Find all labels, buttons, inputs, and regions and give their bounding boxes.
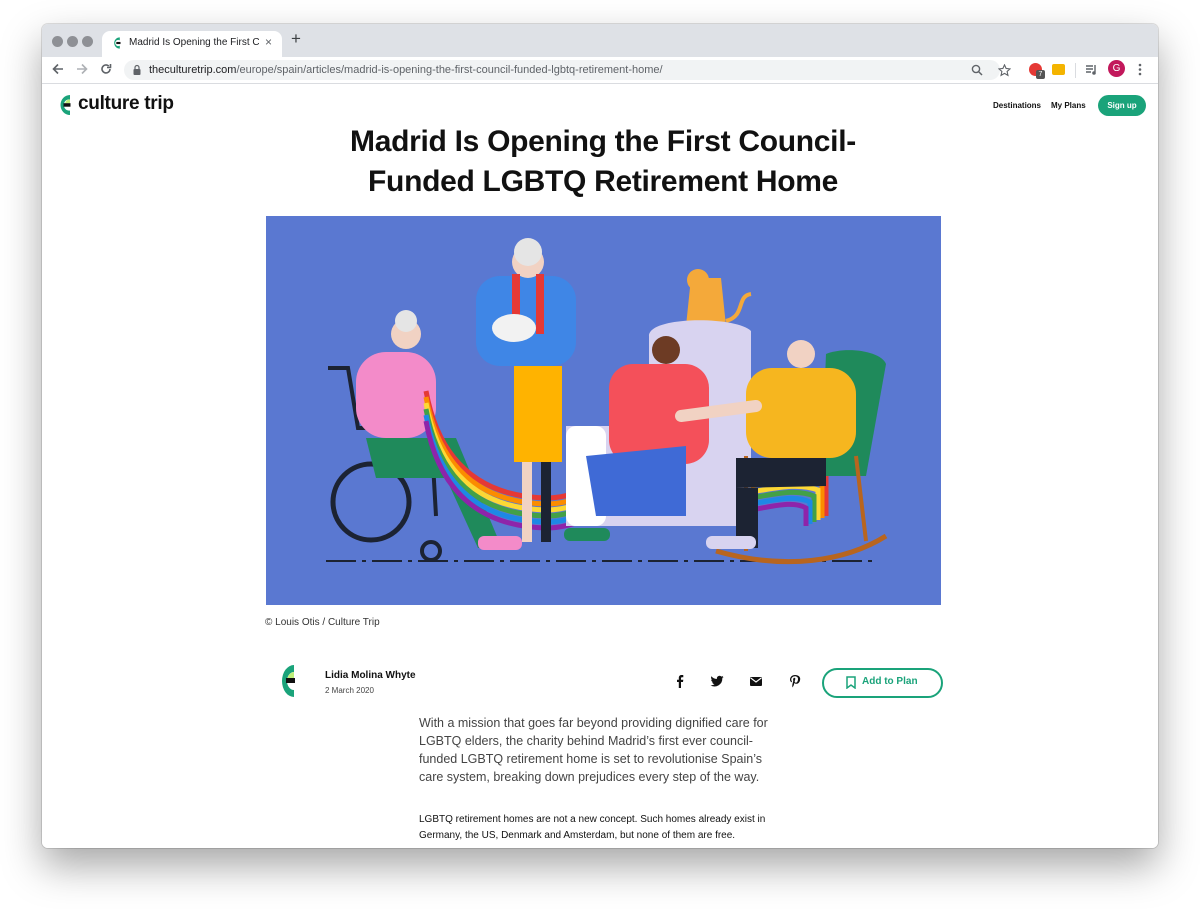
tab-close-icon[interactable]: × [265,35,272,49]
media-control-icon[interactable] [1085,64,1098,76]
sign-up-button[interactable]: Sign up [1098,95,1146,116]
web-page: culture trip Destinations My Plans Sign … [42,84,1158,848]
article-headline: Madrid Is Opening the First Council- Fun… [242,122,964,202]
tab-title: Madrid Is Opening the First Co [129,37,259,48]
twitter-icon[interactable] [710,674,724,688]
minimize-window-button[interactable] [67,36,78,47]
url-path: /europe/spain/articles/madrid-is-opening… [236,64,663,76]
reload-icon[interactable] [100,63,112,75]
facebook-icon[interactable] [673,674,687,688]
zoom-window-button[interactable] [82,36,93,47]
site-logo-text[interactable]: culture trip [78,93,174,115]
pinterest-icon[interactable] [788,674,802,688]
author-avatar-icon[interactable] [273,664,299,698]
hero-illustration [266,216,941,605]
author-name[interactable]: Lidia Molina Whyte [325,670,416,681]
forward-icon[interactable] [76,63,88,75]
close-window-button[interactable] [52,36,63,47]
browser-window: Madrid Is Opening the First Co × + thecu… [42,24,1158,848]
headline-line-2: Funded LGBTQ Retirement Home [368,165,838,198]
extension-opera-icon[interactable]: 7 [1029,63,1045,79]
address-bar[interactable]: theculturetrip.com/europe/spain/articles… [124,60,1000,80]
extension-notes-icon[interactable] [1052,64,1065,75]
lock-icon [133,64,141,75]
extension-badge: 7 [1036,70,1045,79]
add-to-plan-label: Add to Plan [862,676,918,687]
culture-trip-favicon-icon [114,37,121,49]
url-text: theculturetrip.com/europe/spain/articles… [149,64,663,76]
add-to-plan-button[interactable]: Add to Plan [822,668,943,698]
culture-trip-logo-icon[interactable] [54,94,74,116]
zoom-icon[interactable] [971,64,983,76]
browser-menu-icon[interactable] [1138,63,1142,76]
headline-line-1: Madrid Is Opening the First Council- [350,125,856,158]
url-domain: theculturetrip.com [149,64,237,76]
lead-paragraph: With a mission that goes far beyond prov… [419,716,768,784]
tab-strip: Madrid Is Opening the First Co × + [42,24,1158,57]
new-tab-button[interactable]: + [291,29,301,49]
retirement-home-illustration [266,216,941,605]
back-icon[interactable] [52,63,64,75]
image-caption: © Louis Otis / Culture Trip [265,617,380,628]
toolbar-divider [1075,63,1076,78]
bookmark-icon [846,676,856,689]
nav-destinations[interactable]: Destinations [993,101,1041,110]
profile-avatar[interactable]: G [1108,60,1125,77]
browser-toolbar: theculturetrip.com/europe/spain/articles… [42,57,1158,84]
body-paragraph: LGBTQ retirement homes are not a new con… [419,814,766,841]
email-icon[interactable] [749,674,763,688]
star-icon[interactable] [998,64,1011,77]
nav-my-plans[interactable]: My Plans [1051,101,1086,110]
browser-tab[interactable]: Madrid Is Opening the First Co × [102,31,282,57]
publish-date: 2 March 2020 [325,686,374,695]
